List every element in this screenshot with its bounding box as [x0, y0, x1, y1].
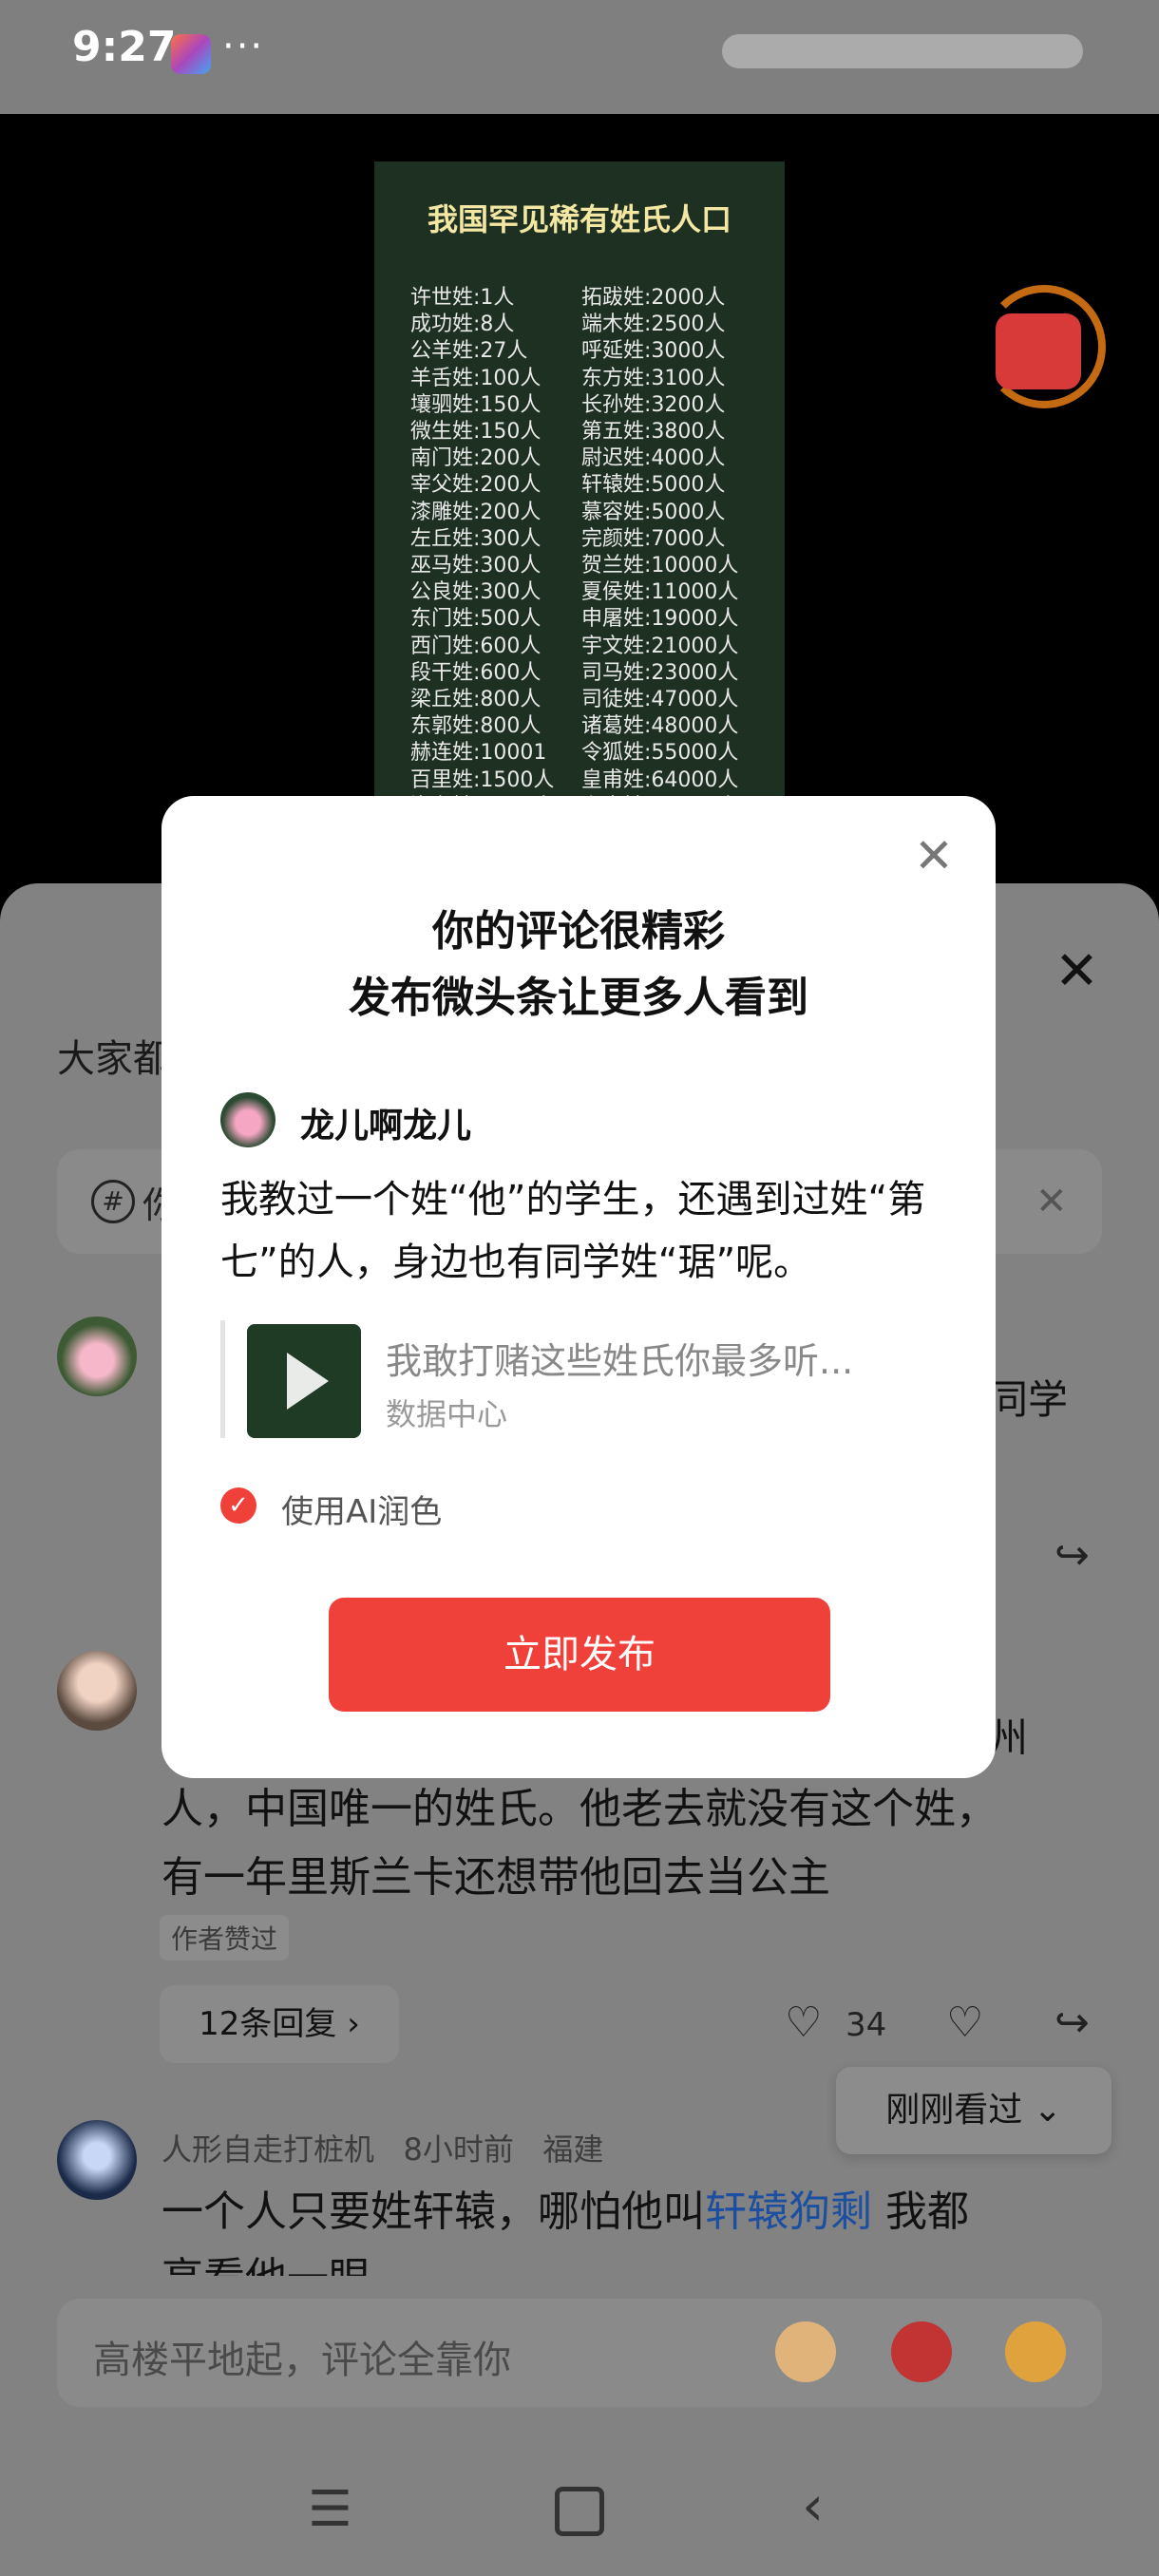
status-time: 9:27 [72, 23, 177, 71]
publish-button[interactable]: 立即发布 [329, 1598, 830, 1712]
poster-line: 贺兰姓:10000人 [581, 554, 739, 578]
avatar[interactable] [57, 2120, 137, 2200]
publish-dialog: ✕ 你的评论很精彩 发布微头条让更多人看到 龙儿啊龙儿 我教过一个姓“他”的学生… [162, 796, 996, 1778]
poster-line: 慕容姓:5000人 [581, 500, 726, 524]
broken-heart-icon[interactable]: ♡ [946, 1998, 983, 2047]
avatar [220, 1092, 276, 1147]
comment-input-placeholder: 高楼平地起，评论全靠你 [93, 2339, 511, 2382]
close-icon[interactable]: ✕ [914, 832, 954, 880]
poster-line: 宇文姓:21000人 [581, 634, 739, 658]
poster-line: 呼延姓:3000人 [581, 339, 726, 364]
poster-line: 段干姓:600人 [410, 660, 542, 685]
like-count: 34 [846, 2006, 887, 2044]
hashtag-icon: # [91, 1180, 135, 1223]
app-icon [171, 34, 211, 74]
status-icons [722, 34, 1083, 68]
poster-line: 成功姓:8人 [410, 313, 515, 337]
avatar[interactable] [57, 1316, 137, 1396]
poster-line: 许世姓:1人 [410, 286, 515, 310]
poster-line: 东门姓:500人 [410, 607, 542, 632]
poster-line: 梁丘姓:800人 [410, 688, 542, 712]
poster-line: 百里姓:1500人 [410, 767, 555, 792]
pray-emoji-icon[interactable] [775, 2321, 836, 2382]
poster-left-column: 许世姓:1人 成功姓:8人 公羊姓:27人 羊舌姓:100人 壤驷姓:150人 微生姓:1… [410, 285, 554, 847]
ai-polish-checkbox[interactable]: ✓ [220, 1487, 256, 1524]
poster-title: 我国罕见稀有姓氏人口 [427, 201, 732, 237]
comment-text: 有一年里斯兰卡还想带他回去当公主 [162, 1853, 830, 1902]
just-viewed-button[interactable]: 刚刚看过 ⌄ [836, 2067, 1112, 2154]
poster-line: 令狐姓:55000人 [581, 741, 739, 766]
avatar[interactable] [57, 1651, 137, 1731]
replies-button[interactable]: 12条回复 › [160, 1985, 399, 2063]
share-icon[interactable]: ↪ [1054, 1998, 1090, 2047]
author-liked-badge: 作者赞过 [160, 1915, 290, 1960]
share-icon[interactable]: ↪ [1054, 1531, 1090, 1580]
dialog-subtitle: 发布微头条让更多人看到 [349, 974, 808, 1022]
poster-line: 拓跋姓:2000人 [581, 286, 726, 310]
poster-line: 公良姓:300人 [410, 580, 542, 605]
quote-divider [220, 1320, 225, 1438]
poster-line: 端木姓:2500人 [581, 313, 726, 337]
menu-icon[interactable]: ☰ [308, 2481, 352, 2538]
poster-line: 完颜姓:7000人 [581, 526, 726, 551]
poster-line: 南门姓:200人 [410, 446, 542, 471]
poster-line: 诸葛姓:48000人 [581, 714, 739, 739]
poster-line: 轩辕姓:5000人 [581, 473, 726, 498]
poster-line: 羊舌姓:100人 [410, 366, 542, 390]
comment-text: 我教过一个姓“他”的学生，还遇到过姓“第七”的人，身边也有同学姓“琚”呢。 [220, 1178, 926, 1284]
search-link[interactable]: 轩辕狗剩 [705, 2188, 872, 2236]
more-dots-icon: ··· [222, 25, 265, 68]
poster-line: 夏侯姓:11000人 [581, 580, 739, 605]
poster-line: 壤驷姓:150人 [410, 392, 542, 417]
quoted-video-source: 数据中心 [386, 1396, 508, 1432]
poster-right-column: 拓跋姓:2000人 端木姓:2500人 呼延姓:3000人 东方姓:3100人 长孙姓:… [581, 285, 745, 847]
comment-text: 一个人只要姓轩辕，哪怕他叫轩辕狗剩 我都 [162, 2188, 969, 2236]
poster-line: 东方姓:3100人 [581, 366, 726, 390]
video-thumbnail [247, 1324, 361, 1438]
poster-line: 尉迟姓:4000人 [581, 446, 726, 471]
poster-line: 宰父姓:200人 [410, 473, 542, 498]
poster-line: 西门姓:600人 [410, 634, 542, 658]
play-icon [287, 1353, 329, 1410]
poster-line: 第五姓:3800人 [581, 420, 726, 445]
poster-line: 左丘姓:300人 [410, 526, 542, 551]
home-icon[interactable] [555, 2487, 604, 2536]
poster-line: 皇甫姓:64000人 [581, 767, 739, 792]
comment-text: 人，中国唯一的姓氏。他老去就没有这个姓， [162, 1785, 998, 1833]
comment-text: 同学 [988, 1376, 1069, 1423]
poster-line: 申屠姓:19000人 [581, 607, 739, 632]
close-icon[interactable]: ✕ [1054, 940, 1099, 1002]
username: 龙儿啊龙儿 [300, 1107, 472, 1146]
quoted-video-title: 我敢打赌这些姓氏你最多听... [386, 1340, 854, 1382]
red-packet-icon[interactable] [996, 313, 1081, 389]
angry-emoji-icon[interactable] [891, 2321, 952, 2382]
ai-polish-label[interactable]: 使用AI润色 [281, 1486, 442, 1532]
poster-line: 巫马姓:300人 [410, 554, 542, 578]
back-icon[interactable]: ‹ [802, 2473, 824, 2538]
topic-close-icon[interactable]: ✕ [1036, 1180, 1068, 1223]
comment-meta: 人形自走打桩机 8小时前 福建 [162, 2131, 604, 2168]
dialog-title: 你的评论很精彩 [432, 907, 725, 956]
sheet-header-label: 大家都 [57, 1037, 171, 1081]
poster-line: 漆雕姓:200人 [410, 500, 542, 524]
heart-icon[interactable]: ♡ [785, 1998, 822, 2047]
poster-line: 长孙姓:3200人 [581, 392, 726, 417]
crying-emoji-icon[interactable] [1005, 2321, 1066, 2382]
poster-line: 公羊姓:27人 [410, 339, 528, 364]
comment-text: 高看他一眼 [162, 2244, 370, 2276]
poster-line: 司徒姓:47000人 [581, 688, 739, 712]
poster-line: 司马姓:23000人 [581, 660, 739, 685]
poster-line: 微生姓:150人 [410, 420, 542, 445]
poster-line: 东郭姓:800人 [410, 714, 542, 739]
poster-line: 赫连姓:10001 [410, 741, 547, 766]
